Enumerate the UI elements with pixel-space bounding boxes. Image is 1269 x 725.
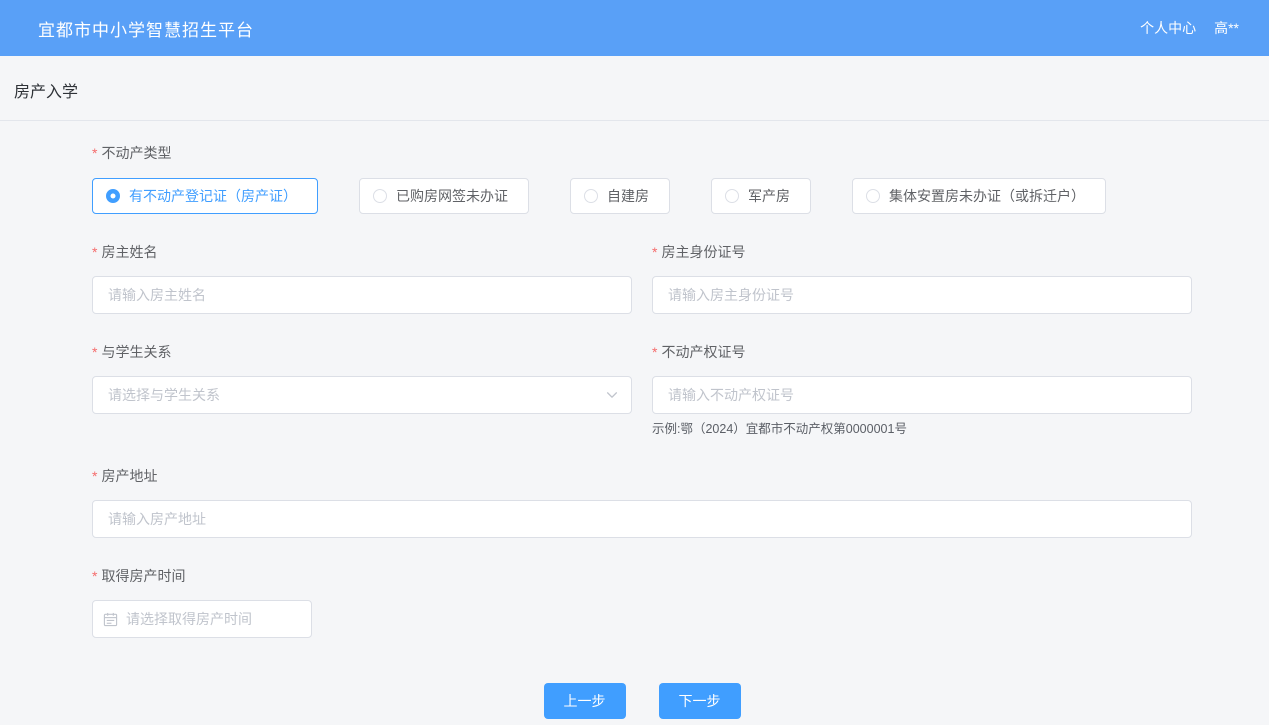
certificate-number-hint: 示例:鄂（2024）宜都市不动产权第0000001号	[652, 421, 1192, 438]
owner-id-group: *房主身份证号	[652, 242, 1192, 314]
relation-group: *与学生关系 请选择与学生关系	[92, 342, 632, 438]
acquire-time-group: *取得房产时间 请选择取得房产时间	[92, 566, 1192, 638]
certificate-number-group: *不动产权证号 示例:鄂（2024）宜都市不动产权第0000001号	[652, 342, 1192, 438]
property-enrollment-form: *不动产类型 有不动产登记证（房产证） 已购房网签未办证 自建房 军产房 集体安…	[0, 121, 1269, 719]
radio-option-has-certificate[interactable]: 有不动产登记证（房产证）	[92, 178, 318, 214]
personal-center-link[interactable]: 个人中心	[1140, 18, 1196, 38]
relation-select[interactable]: 请选择与学生关系	[92, 376, 632, 414]
radio-option-self-built[interactable]: 自建房	[570, 178, 670, 214]
address-group: *房产地址	[92, 466, 1192, 538]
page-title: 房产入学	[0, 56, 1269, 121]
app-title: 宜都市中小学智慧招生平台	[38, 16, 254, 41]
radio-option-signed-no-certificate[interactable]: 已购房网签未办证	[359, 178, 529, 214]
radio-option-label: 军产房	[748, 186, 790, 206]
address-input[interactable]	[92, 500, 1192, 538]
radio-option-label: 已购房网签未办证	[396, 186, 508, 206]
radio-option-collective-resettlement[interactable]: 集体安置房未办证（或拆迁户）	[852, 178, 1106, 214]
radio-icon	[373, 189, 387, 203]
owner-id-input[interactable]	[652, 276, 1192, 314]
certificate-number-input[interactable]	[652, 376, 1192, 414]
radio-option-label: 自建房	[607, 186, 649, 206]
owner-name-group: *房主姓名	[92, 242, 632, 314]
required-mark: *	[92, 145, 97, 161]
acquire-time-datepicker[interactable]: 请选择取得房产时间	[92, 600, 312, 638]
required-mark: *	[92, 468, 97, 484]
radio-option-label: 集体安置房未办证（或拆迁户）	[889, 186, 1085, 206]
relation-select-placeholder: 请选择与学生关系	[108, 385, 220, 405]
required-mark: *	[92, 344, 97, 360]
relation-label: *与学生关系	[92, 342, 632, 362]
radio-icon	[106, 189, 120, 203]
property-type-label: *不动产类型	[92, 143, 1192, 163]
required-mark: *	[652, 344, 657, 360]
required-mark: *	[652, 244, 657, 260]
radio-icon	[725, 189, 739, 203]
radio-icon	[866, 189, 880, 203]
next-step-button[interactable]: 下一步	[659, 683, 741, 719]
certificate-number-label: *不动产权证号	[652, 342, 1192, 362]
prev-step-button[interactable]: 上一步	[544, 683, 626, 719]
owner-id-label: *房主身份证号	[652, 242, 1192, 262]
chevron-down-icon	[605, 388, 619, 402]
app-header: 宜都市中小学智慧招生平台 个人中心 高**	[0, 0, 1269, 56]
form-actions: 上一步 下一步	[92, 683, 1192, 719]
username[interactable]: 高**	[1214, 18, 1239, 38]
owner-name-label: *房主姓名	[92, 242, 632, 262]
address-label: *房产地址	[92, 466, 1192, 486]
property-type-radio-group: 有不动产登记证（房产证） 已购房网签未办证 自建房 军产房 集体安置房未办证（或…	[92, 178, 1192, 214]
radio-option-label: 有不动产登记证（房产证）	[129, 186, 297, 206]
radio-option-military[interactable]: 军产房	[711, 178, 811, 214]
required-mark: *	[92, 568, 97, 584]
radio-icon	[584, 189, 598, 203]
calendar-icon	[103, 612, 118, 627]
acquire-time-placeholder: 请选择取得房产时间	[126, 609, 252, 629]
acquire-time-label: *取得房产时间	[92, 566, 1192, 586]
owner-name-input[interactable]	[92, 276, 632, 314]
required-mark: *	[92, 244, 97, 260]
